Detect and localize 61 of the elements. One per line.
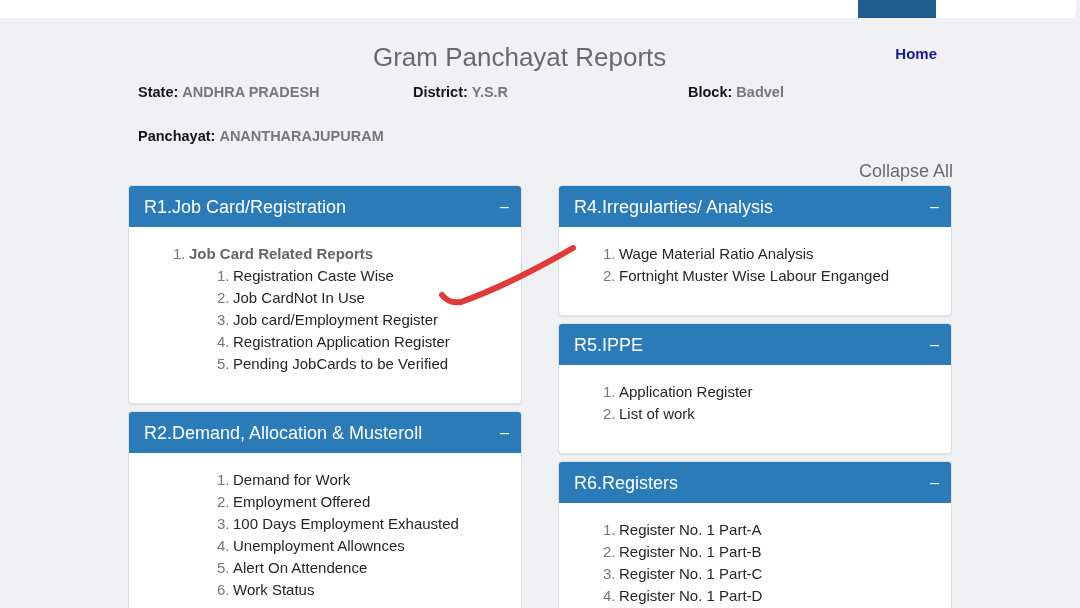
list-number: 2. [217, 492, 229, 512]
report-link[interactable]: Register No. 1 Part-B [619, 541, 762, 563]
list-number: 1. [603, 244, 615, 264]
report-link[interactable]: Register No. 1 Part-A [619, 519, 762, 541]
panel-title: R4.Irregularties/ Analysis [574, 195, 774, 218]
list-number: 1. [603, 382, 615, 402]
home-link[interactable]: Home [895, 44, 937, 64]
panel-title: R2.Demand, Allocation & Musteroll [144, 421, 423, 444]
report-link[interactable]: Unemployment Allownces [233, 535, 405, 557]
list-number: 1. [217, 470, 229, 490]
report-link[interactable]: Register No. 1 Part-D [619, 585, 763, 607]
field-label: Panchayat: [138, 128, 216, 144]
report-link[interactable]: Alert On Attendence [233, 557, 368, 579]
collapse-toggle[interactable]: – [496, 196, 513, 217]
field-label: District: [413, 84, 468, 100]
report-link[interactable]: Demand for Work [233, 469, 351, 491]
list-number: 3. [217, 514, 229, 534]
report-link[interactable]: List of work [619, 403, 695, 425]
field-value: Badvel [736, 84, 784, 100]
list-number: 6. [217, 580, 229, 600]
field-value: ANANTHARAJUPURAM [219, 128, 384, 144]
field-label: State: [138, 84, 179, 100]
list-number: 4. [603, 586, 615, 606]
report-link[interactable]: 100 Days Employment Exhausted [233, 513, 459, 535]
field-value: ANDHRA PRADESH [182, 84, 320, 100]
list-number: 1. [217, 266, 229, 286]
list-number: 1. [603, 520, 615, 540]
report-link[interactable]: Employment Offered [233, 491, 371, 513]
field-value: Y.S.R [471, 84, 509, 100]
report-link[interactable]: Work Status [233, 579, 315, 601]
panel-title: R6.Registers [574, 471, 679, 494]
report-link[interactable]: Register No. 1 Part-C [619, 563, 763, 585]
collapse-toggle[interactable]: – [496, 422, 513, 443]
collapse-toggle[interactable]: – [926, 196, 943, 217]
list-number: 5. [217, 558, 229, 578]
report-link[interactable]: Fortnight Muster Wise Labour Enganged [619, 265, 890, 287]
list-number: 1. [173, 244, 185, 264]
report-link[interactable]: Wage Material Ratio Analysis [619, 243, 814, 265]
panel-title: R1.Job Card/Registration [144, 195, 347, 218]
page-title: Gram Panchayat Reports [371, 41, 668, 73]
report-link[interactable]: Registration Caste Wise [233, 265, 394, 287]
collapse-all-link[interactable]: Collapse All [858, 160, 953, 182]
group-heading: Job Card Related Reports [189, 244, 374, 264]
list-number: 2. [603, 542, 615, 562]
list-number: 4. [217, 536, 229, 556]
report-link[interactable]: Pending JobCards to be Verified [233, 353, 449, 375]
collapse-toggle[interactable]: – [926, 472, 943, 493]
collapse-toggle[interactable]: – [926, 334, 943, 355]
field-label: Block: [688, 84, 733, 100]
report-link[interactable]: Registration Application Register [233, 331, 450, 353]
list-number: 2. [603, 404, 615, 424]
list-number: 5. [217, 354, 229, 374]
list-number: 4. [217, 332, 229, 352]
panel-title: R5.IPPE [574, 333, 644, 356]
report-link[interactable]: Application Register [619, 381, 753, 403]
list-number: 3. [603, 564, 615, 584]
list-number: 3. [217, 310, 229, 330]
report-link[interactable]: Job CardNot In Use [233, 287, 365, 309]
report-link[interactable]: Job card/Employment Register [233, 309, 439, 331]
list-number: 2. [603, 266, 615, 286]
list-number: 2. [217, 288, 229, 308]
